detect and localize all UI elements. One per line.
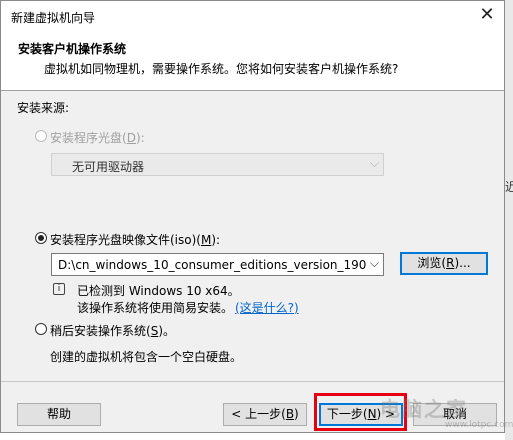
title-bar: 新建虚拟机向导 ✕ (1, 1, 504, 30)
window-title: 新建虚拟机向导 (11, 11, 96, 25)
chevron-down-icon: ⌵ (369, 256, 379, 270)
back-button[interactable]: < 上一步(B) (223, 403, 307, 426)
disc-drive-select[interactable]: 无可用驱动器 ⌵ (51, 153, 384, 176)
footer-divider (1, 381, 504, 382)
help-button[interactable]: 帮助 (17, 403, 101, 426)
install-later-description: 创建的虚拟机将包含一个空白硬盘。 (50, 350, 243, 364)
install-source-label: 安装来源: (17, 101, 70, 115)
background-text: 近 (505, 180, 513, 194)
disc-drive-value: 无可用驱动器 (72, 160, 145, 174)
watermark-url: www.lotpc.com (445, 420, 513, 430)
install-later-label: 稍后安装操作系统(S)。 (50, 324, 175, 338)
disc-radio-label: 安装程序光盘(D): (50, 131, 145, 145)
chevron-down-icon: ⌵ (369, 156, 379, 170)
wizard-header: 安装客户机操作系统 虚拟机如同物理机，需要操作系统。您将如何安装客户机操作系统? (1, 30, 504, 91)
iso-path-combo[interactable]: D:\cn_windows_10_consumer_editions_versi… (51, 253, 384, 276)
install-later-radio[interactable] (35, 323, 47, 335)
page-title: 安装客户机操作系统 (18, 42, 127, 56)
easy-install-message: 该操作系统将使用简易安装。 (77, 301, 234, 315)
new-vm-wizard-window: 新建虚拟机向导 ✕ 安装客户机操作系统 虚拟机如同物理机，需要操作系统。您将如何… (0, 0, 505, 433)
iso-radio-label: 安装程序光盘映像文件(iso)(M): (50, 233, 221, 247)
close-icon[interactable]: ✕ (474, 3, 500, 27)
disc-radio[interactable] (35, 130, 47, 142)
page-description: 虚拟机如同物理机，需要操作系统。您将如何安装客户机操作系统? (44, 62, 399, 76)
browse-button[interactable]: 浏览(R)... (400, 252, 488, 275)
whats-this-link[interactable]: (这是什么?) (235, 299, 299, 316)
detect-message: 已检测到 Windows 10 x64。 (77, 284, 240, 298)
background-window-fragment: 近 (505, 0, 513, 440)
iso-radio[interactable] (35, 232, 47, 244)
iso-path-value: D:\cn_windows_10_consumer_editions_versi… (58, 258, 366, 272)
info-icon: i (53, 283, 65, 295)
watermark-text: 电脑之家 (380, 397, 468, 421)
